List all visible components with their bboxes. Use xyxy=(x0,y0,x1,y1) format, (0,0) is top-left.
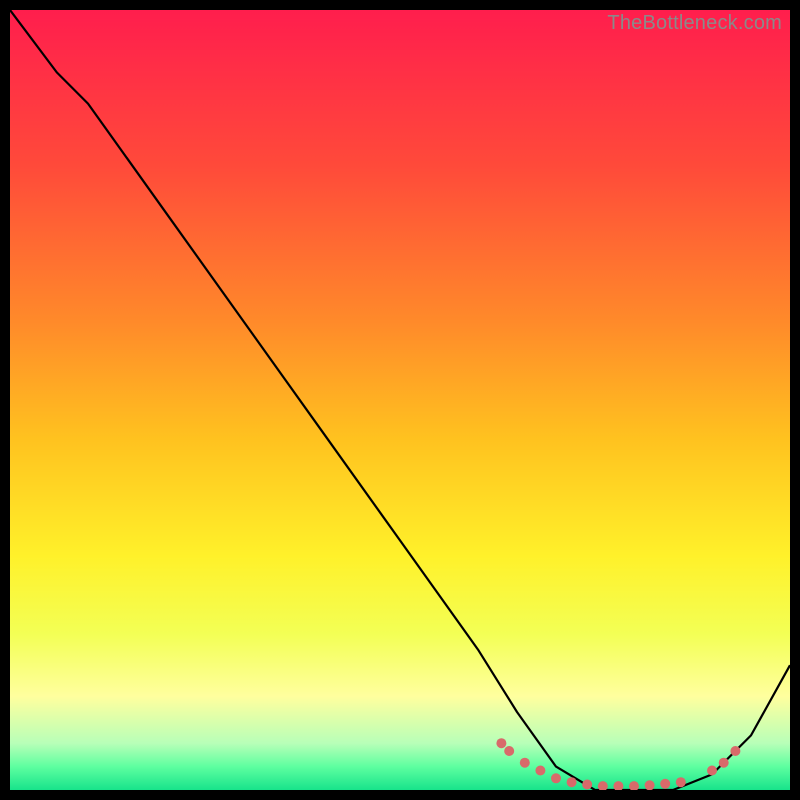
marker-dot xyxy=(551,773,561,783)
marker-dot xyxy=(707,766,717,776)
marker-dot xyxy=(645,780,655,790)
marker-dot xyxy=(535,766,545,776)
marker-dot xyxy=(730,746,740,756)
gradient-background xyxy=(10,10,790,790)
marker-dot xyxy=(567,777,577,787)
chart-frame: TheBottleneck.com xyxy=(10,10,790,790)
marker-dot xyxy=(719,758,729,768)
chart-svg xyxy=(10,10,790,790)
marker-dot xyxy=(496,738,506,748)
marker-dot xyxy=(582,780,592,790)
watermark-text: TheBottleneck.com xyxy=(607,12,782,35)
marker-dot xyxy=(660,779,670,789)
marker-dot xyxy=(504,746,514,756)
marker-dot xyxy=(676,777,686,787)
marker-dot xyxy=(520,758,530,768)
